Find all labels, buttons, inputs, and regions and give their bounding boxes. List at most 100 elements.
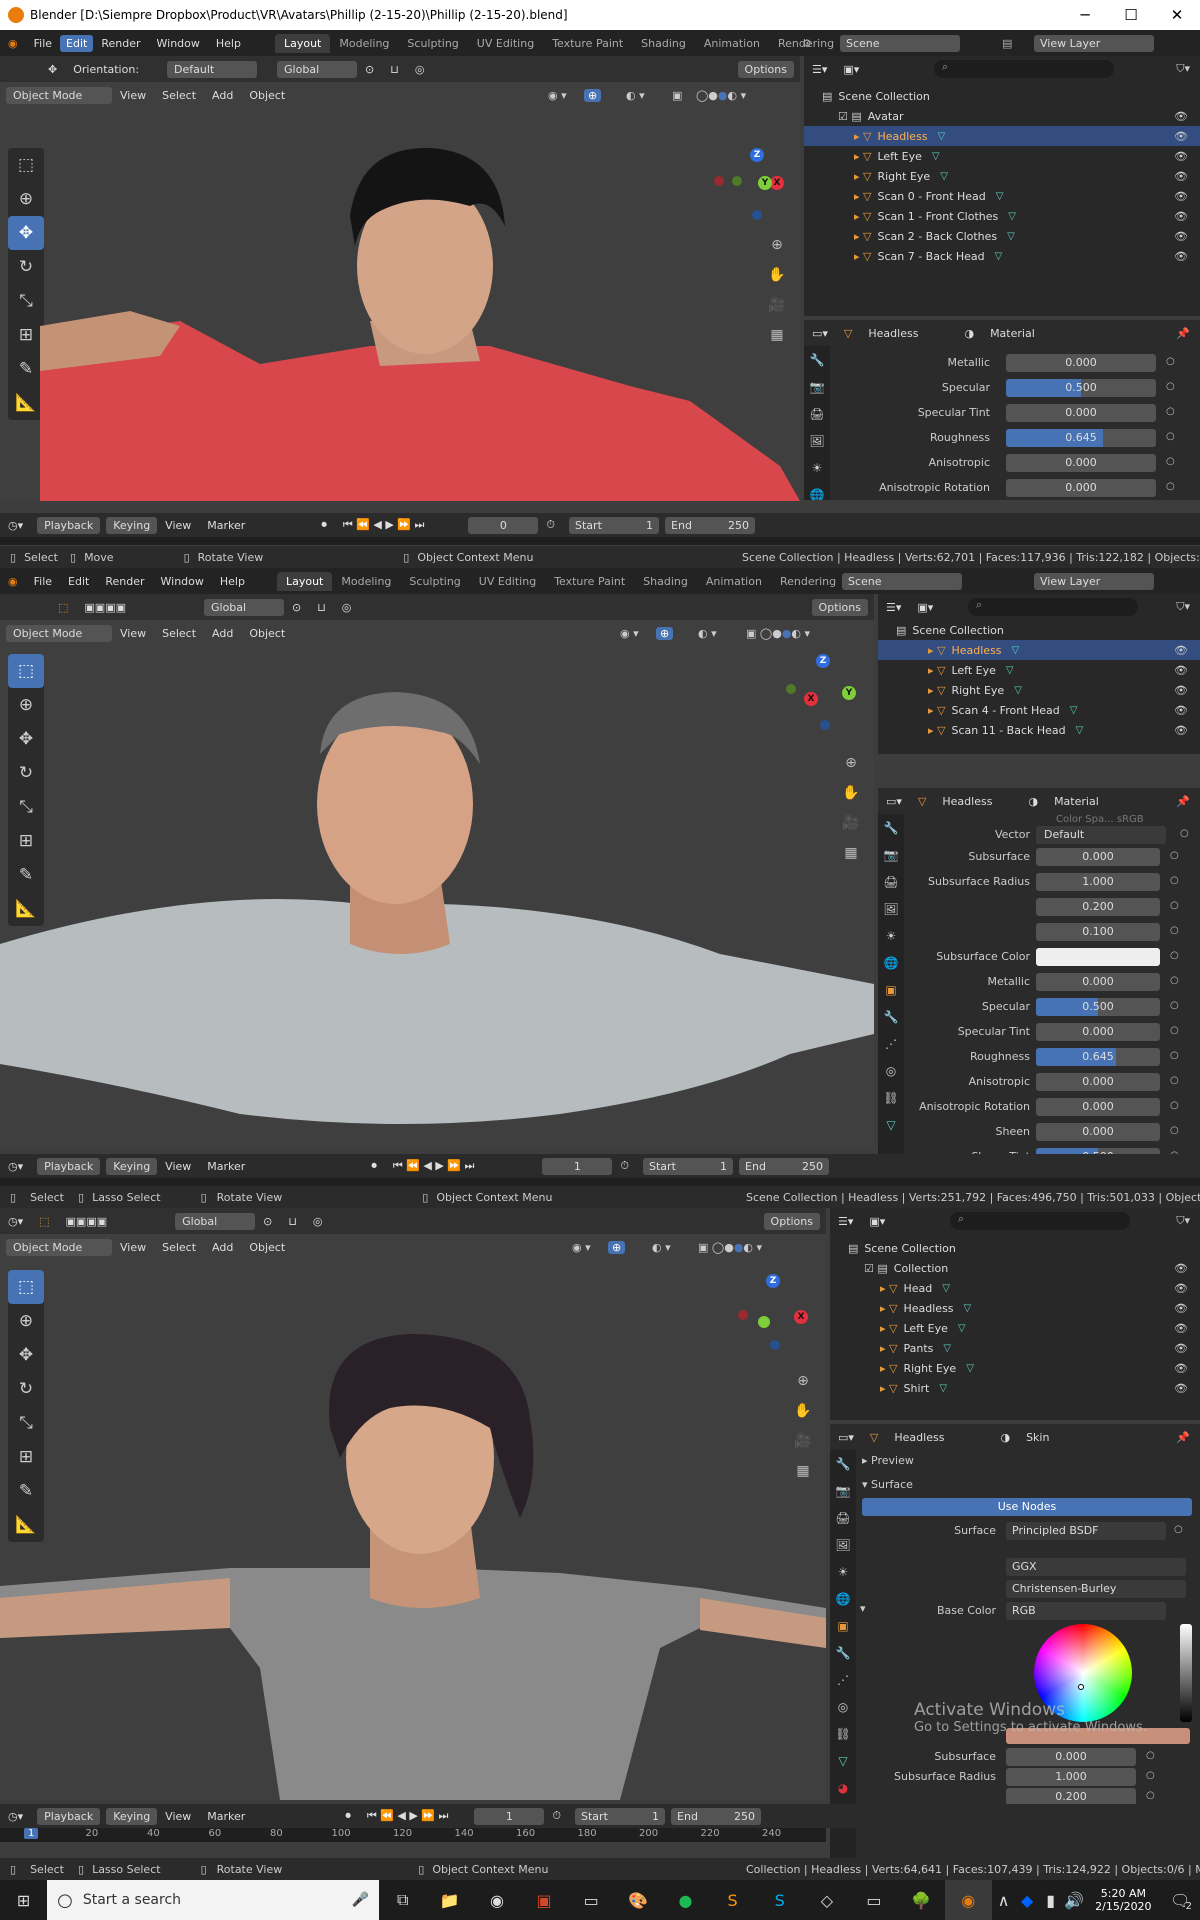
outliner-row[interactable]: ▸ ▽ Scan 2 - Back Clothes ▽ 👁	[804, 226, 1200, 246]
oculus-icon[interactable]: ▭	[850, 1880, 897, 1920]
avatar-model-3[interactable]	[0, 1268, 826, 1800]
menu-add-3[interactable]: Add	[204, 1241, 241, 1254]
timeline-editor-icon-2[interactable]: ◷▾	[0, 1160, 31, 1173]
timeline-view-menu[interactable]: View	[157, 519, 199, 532]
minimize-button[interactable]: ─	[1062, 6, 1108, 24]
snap-icon-2[interactable]: ⊔	[309, 601, 334, 614]
vector-dropdown[interactable]: Default	[1036, 826, 1166, 844]
clock[interactable]: 5:20 AM 2/15/2020	[1086, 1887, 1161, 1913]
visibility-icon-2[interactable]: ◉ ▾	[620, 627, 639, 640]
blender-menu-icon[interactable]: ◉	[0, 37, 26, 50]
view-layer-selector[interactable]: View Layer	[1034, 34, 1154, 52]
timeline-editor-icon[interactable]: ◷▾	[0, 519, 31, 532]
proportional-edit-icon-2[interactable]: ◎	[334, 601, 360, 614]
overlay-icon-3[interactable]: ◐ ▾	[652, 1241, 671, 1254]
dropbox-icon[interactable]: ◆	[1015, 1880, 1039, 1920]
menu-select[interactable]: Select	[154, 89, 204, 102]
output-tab-icon[interactable]: 🖨	[804, 400, 830, 427]
tab-layout[interactable]: Layout	[274, 33, 331, 53]
notifications-icon[interactable]: 🗨 2	[1161, 1880, 1200, 1920]
mesh-data-icon[interactable]: ▽	[1006, 665, 1014, 676]
prop-value-field[interactable]: 0.100	[1036, 923, 1160, 941]
mesh-data-icon[interactable]: ▽	[966, 1363, 974, 1374]
selection-mode-icons-3[interactable]: ▣▣▣▣	[58, 1215, 116, 1228]
prop-value-field[interactable]: 0.000	[1036, 1073, 1160, 1091]
current-frame-field-2[interactable]: 1	[542, 1157, 613, 1175]
blender-menu-icon-2[interactable]: ◉	[0, 575, 26, 588]
menu-object-3[interactable]: Object	[241, 1241, 293, 1254]
keyframe-dot-icon[interactable]: ○	[1170, 1025, 1179, 1036]
paint-icon[interactable]: 🎨	[615, 1880, 662, 1920]
color-picker-handle[interactable]	[1078, 1684, 1084, 1690]
visibility-icon[interactable]: ◉ ▾	[548, 89, 567, 102]
taskbar-search[interactable]: ○ Start a search 🎤	[47, 1880, 380, 1920]
pin-icon[interactable]: 📌	[1176, 327, 1190, 340]
prop-value-field[interactable]: 0.000	[1006, 354, 1156, 372]
keyframe-dot-icon[interactable]: ○	[1166, 381, 1175, 392]
stopwatch-icon[interactable]: ⏱	[538, 518, 563, 532]
menu-view-2[interactable]: View	[112, 627, 154, 640]
pin-icon-2[interactable]: 📌	[1176, 795, 1190, 808]
tab-shading-2[interactable]: Shading	[634, 572, 697, 591]
menu-view-3[interactable]: View	[112, 1241, 154, 1254]
menu-render[interactable]: Render	[93, 37, 148, 50]
selection-mode-icons[interactable]: ▣▣▣▣	[76, 601, 134, 614]
tab-modeling-2[interactable]: Modeling	[332, 572, 400, 591]
avatar-model-2[interactable]	[0, 654, 874, 1146]
prop-value-field[interactable]: 0.000	[1006, 404, 1156, 422]
props-editor-type-icon[interactable]: ▭▾	[804, 327, 836, 340]
visibility-eye-icon[interactable]: 👁	[1174, 1362, 1188, 1375]
tab-animation[interactable]: Animation	[695, 34, 769, 53]
playback-menu-2[interactable]: Playback	[37, 1157, 101, 1175]
blender-taskbar-icon[interactable]: ◉	[944, 1880, 992, 1920]
menu-window[interactable]: Window	[149, 37, 208, 50]
tab-animation-2[interactable]: Animation	[697, 572, 771, 591]
rotate-icon[interactable]: ↻	[8, 250, 44, 284]
mesh-data-icon[interactable]: ▽	[958, 1323, 966, 1334]
keyframe-dot-icon[interactable]: ○	[1170, 1125, 1179, 1136]
mesh-data-icon[interactable]: ▽	[1076, 725, 1084, 736]
tab-texture-paint-2[interactable]: Texture Paint	[545, 572, 634, 591]
spotify-icon[interactable]: ●	[662, 1880, 709, 1920]
visibility-eye-icon[interactable]: 👁	[1174, 704, 1188, 717]
playback-menu[interactable]: Playback	[37, 516, 101, 534]
tab-sculpting[interactable]: Sculpting	[398, 34, 467, 53]
scene-tab-icon-3[interactable]: ☀	[830, 1558, 856, 1585]
timeline-ruler-3[interactable]: 1 20 40 60 80 100 120 140 160 180 200 220 240	[0, 1828, 826, 1842]
surface-shader-dropdown[interactable]: Principled BSDF	[1006, 1522, 1166, 1540]
pivot-icon[interactable]: ⊙	[357, 63, 382, 76]
current-frame-field-3[interactable]: 1	[474, 1807, 545, 1825]
timeline-marker-menu[interactable]: Marker	[199, 519, 253, 532]
prop-value-field[interactable]: 1.000	[1036, 873, 1160, 891]
start-frame-field-3[interactable]: Start 1	[575, 1807, 666, 1825]
overlay-icon-2[interactable]: ◐ ▾	[698, 627, 717, 640]
proportional-edit-icon[interactable]: ◎	[407, 63, 433, 76]
scene-selector-2[interactable]: Scene	[842, 572, 962, 590]
transform-orientation-dropdown[interactable]: Global	[277, 60, 358, 78]
keyframe-dot-icon[interactable]: ○	[1166, 356, 1175, 367]
timeline-marker-menu-3[interactable]: Marker	[199, 1810, 253, 1823]
display-mode-icon-3[interactable]: ▣▾	[861, 1215, 893, 1228]
subsurface-method-dropdown[interactable]: Christensen-Burley	[1006, 1580, 1186, 1598]
end-frame-field-3[interactable]: End 250	[671, 1807, 762, 1825]
timeline-view-menu-2[interactable]: View	[157, 1160, 199, 1173]
outliner-row[interactable]: ▤ Scene Collection	[804, 86, 1200, 106]
keyframe-dot-icon[interactable]: ○	[1170, 1075, 1179, 1086]
mesh-data-icon[interactable]: ▽	[943, 1343, 951, 1354]
prop-value-field[interactable]: 0.500	[1036, 998, 1160, 1016]
mesh-data-icon[interactable]: ▽	[1070, 705, 1078, 716]
constraints-tab-icon-2[interactable]: ⛓	[878, 1084, 904, 1111]
modifier-tab-icon-2[interactable]: 🔧	[878, 1003, 904, 1030]
network-icon[interactable]: ▮	[1039, 1880, 1063, 1920]
visibility-eye-icon[interactable]: 👁	[1174, 664, 1188, 677]
output-tab-icon-2[interactable]: 🖨	[878, 868, 904, 895]
scene-tab-icon[interactable]: ☀	[804, 454, 830, 481]
prop-value-field[interactable]: 0.000	[1036, 973, 1160, 991]
select-mode-icon-3[interactable]: ⬚	[31, 1215, 57, 1228]
unity-icon[interactable]: ◇	[803, 1880, 850, 1920]
outliner-row[interactable]: ▸ ▽ Right Eye ▽ 👁	[830, 1358, 1200, 1378]
prop-value-field[interactable]: 0.000	[1036, 1098, 1160, 1116]
options-dropdown-2[interactable]: Options	[811, 598, 868, 616]
tab-layout-2[interactable]: Layout	[276, 571, 333, 591]
mesh-data-icon[interactable]: ▽	[1014, 685, 1022, 696]
